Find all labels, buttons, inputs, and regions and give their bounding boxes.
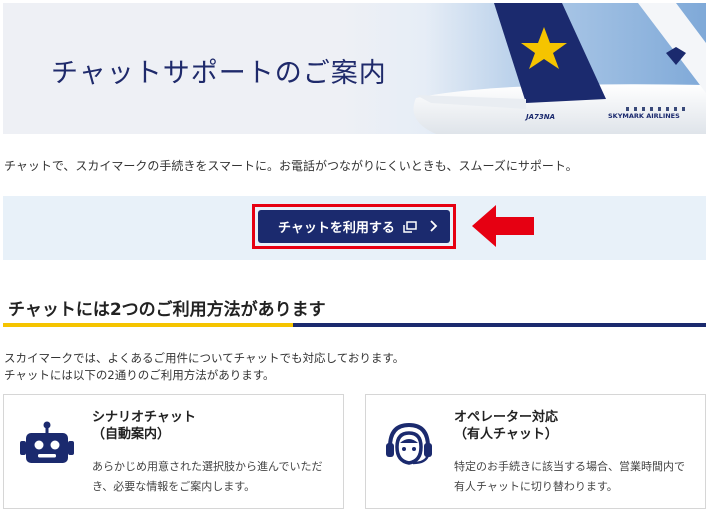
card-body-line: 特定のお手続きに該当する場合、営業時間内で (454, 460, 685, 473)
section-description-line: スカイマークでは、よくあるご用件についてチャットでも対応しております。 (4, 351, 405, 365)
scenario-chat-card: シナリオチャット （自動案内） あらかじめ用意された選択肢から進んでいただ き、… (3, 394, 344, 509)
operator-chat-card: オペレーター対応 （有人チャット） 特定のお手続きに該当する場合、営業時間内で … (365, 394, 706, 509)
section-heading: チャットには2つのご利用方法があります (8, 300, 326, 320)
card-body-line: 有人チャットに切り替わります。 (454, 480, 618, 493)
card-title: オペレーター対応 （有人チャット） (454, 409, 558, 443)
plane-livery-text: SKYMARK AIRLINES (608, 112, 680, 120)
robot-icon (20, 421, 74, 463)
section-divider (3, 323, 706, 327)
use-chat-button-label: チャットを利用する (278, 221, 395, 236)
headset-operator-icon (386, 422, 432, 465)
section-description: スカイマークでは、よくあるご用件についてチャットでも対応しております。 チャット… (4, 350, 404, 384)
chevron-right-icon (430, 220, 438, 232)
card-title-line: オペレーター対応 (454, 410, 559, 425)
card-body-line: き、必要な情報をご案内します。 (92, 480, 256, 493)
card-body: 特定のお手続きに該当する場合、営業時間内で 有人チャットに切り替わります。 (454, 457, 685, 497)
red-pointer-arrow-icon (472, 205, 534, 247)
section-description-line: チャットには以下の2通りのご利用方法があります。 (4, 368, 275, 382)
card-body: あらかじめ用意された選択肢から進んでいただ き、必要な情報をご案内します。 (92, 457, 322, 497)
card-subtitle-line: （自動案内） (92, 427, 171, 442)
card-subtitle-line: （有人チャット） (454, 427, 558, 442)
airplane-tail-image: JA73NA SKYMARK AIRLINES (413, 3, 706, 134)
page-title: チャットサポートのご案内 (51, 58, 387, 89)
card-body-line: あらかじめ用意された選択肢から進んでいただ (92, 460, 323, 473)
plane-registration: JA73NA (524, 113, 555, 121)
card-title: シナリオチャット （自動案内） (92, 409, 196, 443)
card-title-line: シナリオチャット (92, 410, 196, 425)
hero-banner: チャットサポートのご案内 JA73NA SKYMARK AIRLINES (3, 3, 706, 134)
external-window-icon (403, 220, 417, 233)
use-chat-button[interactable]: チャットを利用する (258, 210, 450, 243)
section-divider-accent (3, 323, 293, 327)
intro-text: チャットで、スカイマークの手続きをスマートに。お電話がつながりにくいときも、スム… (4, 159, 578, 173)
